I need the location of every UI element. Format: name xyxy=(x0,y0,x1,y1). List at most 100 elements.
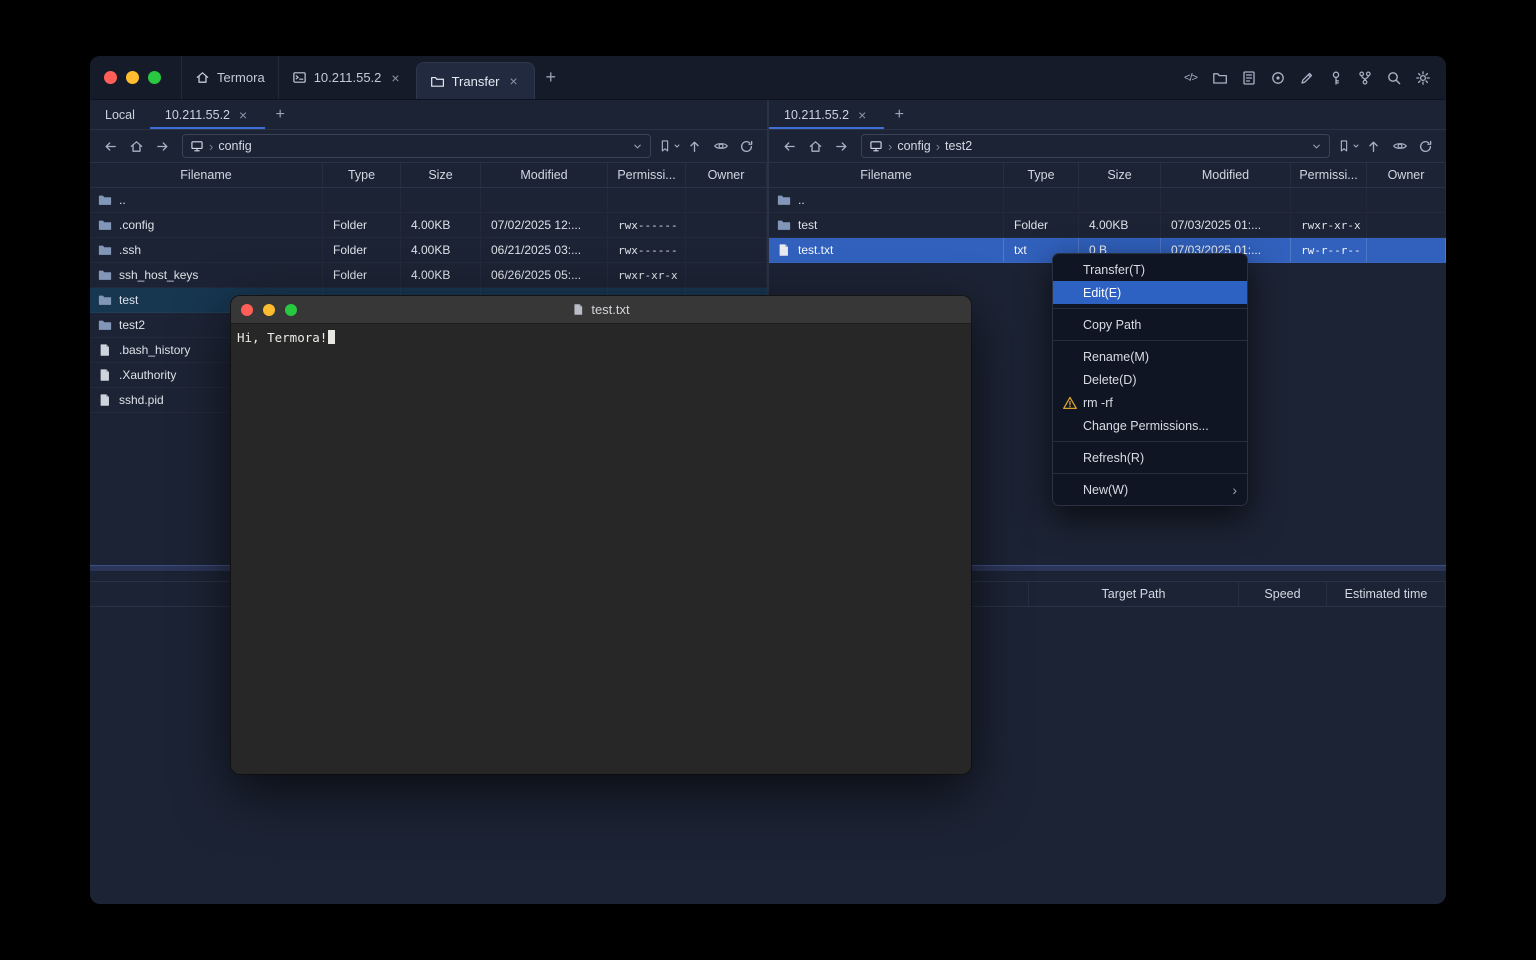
menu-item-copy-path[interactable]: Copy Path xyxy=(1053,313,1247,336)
folder-icon xyxy=(98,243,112,257)
menu-separator xyxy=(1053,441,1247,442)
table-row[interactable]: test Folder4.00KB07/03/2025 01:...rwxr-x… xyxy=(769,213,1446,238)
close-window-button[interactable] xyxy=(104,71,117,84)
column-header-permissions[interactable]: Permissi... xyxy=(1291,163,1367,187)
menu-separator xyxy=(1053,340,1247,341)
column-header-owner[interactable]: Owner xyxy=(686,163,767,187)
path-separator: › xyxy=(936,139,940,154)
column-header-permissions[interactable]: Permissi... xyxy=(608,163,686,187)
home-icon[interactable] xyxy=(124,134,149,158)
refresh-icon[interactable] xyxy=(734,134,759,158)
show-hidden-icon[interactable] xyxy=(1387,134,1412,158)
path-bar[interactable]: › config › test2 xyxy=(861,134,1330,158)
table-row[interactable]: .config Folder4.00KB07/02/2025 12:...rwx… xyxy=(90,213,767,238)
zoom-window-button[interactable] xyxy=(148,71,161,84)
forward-icon[interactable] xyxy=(829,134,854,158)
minimize-window-button[interactable] xyxy=(126,71,139,84)
search-icon[interactable] xyxy=(1380,64,1407,91)
tab-local[interactable]: Local xyxy=(90,100,150,129)
editor-title: test.txt xyxy=(572,302,629,317)
record-icon[interactable] xyxy=(1264,64,1291,91)
close-tab-icon[interactable]: × xyxy=(388,69,402,87)
menu-item-refresh[interactable]: Refresh(R) xyxy=(1053,446,1247,469)
filename: .ssh xyxy=(119,243,141,257)
editor-titlebar[interactable]: test.txt xyxy=(231,296,971,324)
add-panel-tab-button[interactable]: + xyxy=(884,100,914,129)
column-header-estimated-time[interactable]: Estimated time xyxy=(1326,582,1446,606)
forward-icon[interactable] xyxy=(150,134,175,158)
table-row[interactable]: .. xyxy=(90,188,767,213)
menu-item-edit[interactable]: Edit(E) xyxy=(1053,281,1247,304)
column-header-type[interactable]: Type xyxy=(323,163,401,187)
column-header-filename[interactable]: Filename xyxy=(90,163,323,187)
editor-traffic-lights xyxy=(241,304,297,316)
folder-icon xyxy=(98,318,112,332)
right-table-header: Filename Type Size Modified Permissi... … xyxy=(769,162,1446,188)
up-directory-icon[interactable] xyxy=(682,134,707,158)
left-nav-bar: › config xyxy=(90,130,767,162)
warning-icon xyxy=(1062,395,1078,411)
table-row[interactable]: ssh_host_keys Folder4.00KB06/26/2025 05:… xyxy=(90,263,767,288)
zoom-window-button[interactable] xyxy=(285,304,297,316)
edit-icon[interactable] xyxy=(1293,64,1320,91)
table-row[interactable]: .. xyxy=(769,188,1446,213)
path-segment[interactable]: config xyxy=(897,139,930,153)
show-hidden-icon[interactable] xyxy=(708,134,733,158)
menu-item-rename[interactable]: Rename(M) xyxy=(1053,345,1247,368)
column-header-size[interactable]: Size xyxy=(401,163,481,187)
editor-content[interactable]: Hi, Termora! xyxy=(231,324,971,774)
menu-item-delete[interactable]: Delete(D) xyxy=(1053,368,1247,391)
context-menu: Transfer(T) Edit(E) Copy Path Rename(M) … xyxy=(1052,253,1248,506)
column-header-filename[interactable]: Filename xyxy=(769,163,1004,187)
menu-item-change-permissions[interactable]: Change Permissions... xyxy=(1053,414,1247,437)
log-icon[interactable] xyxy=(1235,64,1262,91)
branch-icon[interactable] xyxy=(1351,64,1378,91)
back-icon[interactable] xyxy=(98,134,123,158)
tab-label: Local xyxy=(105,108,135,122)
column-header-speed[interactable]: Speed xyxy=(1238,582,1326,606)
path-segment[interactable]: test2 xyxy=(945,139,972,153)
tab-ssh-session[interactable]: 10.211.55.2 × xyxy=(278,56,416,99)
filename: sshd.pid xyxy=(119,393,164,407)
home-icon[interactable] xyxy=(803,134,828,158)
minimize-window-button[interactable] xyxy=(263,304,275,316)
column-header-type[interactable]: Type xyxy=(1004,163,1079,187)
column-header-modified[interactable]: Modified xyxy=(1161,163,1291,187)
close-tab-icon[interactable]: × xyxy=(236,106,250,124)
close-window-button[interactable] xyxy=(241,304,253,316)
folder-icon[interactable] xyxy=(1206,64,1233,91)
editor-window: test.txt Hi, Termora! xyxy=(231,296,971,774)
filename: .. xyxy=(119,193,126,207)
key-icon[interactable] xyxy=(1322,64,1349,91)
back-icon[interactable] xyxy=(777,134,802,158)
submenu-chevron-icon: › xyxy=(1232,482,1237,498)
folder-icon xyxy=(98,268,112,282)
column-header-target-path[interactable]: Target Path xyxy=(1028,582,1238,606)
menu-item-new[interactable]: New(W) › xyxy=(1053,478,1247,501)
chevron-down-icon[interactable] xyxy=(632,141,643,152)
bookmark-dropdown[interactable] xyxy=(1337,139,1360,153)
column-header-owner[interactable]: Owner xyxy=(1367,163,1446,187)
refresh-icon[interactable] xyxy=(1413,134,1438,158)
close-tab-icon[interactable]: × xyxy=(855,106,869,124)
path-segment[interactable]: config xyxy=(218,139,251,153)
tab-transfer[interactable]: Transfer × xyxy=(416,62,535,99)
menu-item-rm-rf[interactable]: rm -rf xyxy=(1053,391,1247,414)
settings-icon[interactable] xyxy=(1409,64,1436,91)
column-header-modified[interactable]: Modified xyxy=(481,163,608,187)
add-panel-tab-button[interactable]: + xyxy=(265,100,295,129)
tab-termora-home[interactable]: Termora xyxy=(181,56,278,99)
table-row[interactable]: .ssh Folder4.00KB06/21/2025 03:...rwx---… xyxy=(90,238,767,263)
bookmark-dropdown[interactable] xyxy=(658,139,681,153)
titlebar[interactable]: Termora 10.211.55.2 × Transfer × + </> xyxy=(90,56,1446,100)
tab-remote-host[interactable]: 10.211.55.2 × xyxy=(150,100,265,129)
tab-remote-host[interactable]: 10.211.55.2 × xyxy=(769,100,884,129)
column-header-size[interactable]: Size xyxy=(1079,163,1161,187)
close-tab-icon[interactable]: × xyxy=(507,72,521,90)
menu-item-transfer[interactable]: Transfer(T) xyxy=(1053,258,1247,281)
code-icon[interactable]: </> xyxy=(1177,64,1204,91)
path-bar[interactable]: › config xyxy=(182,134,651,158)
chevron-down-icon[interactable] xyxy=(1311,141,1322,152)
up-directory-icon[interactable] xyxy=(1361,134,1386,158)
new-tab-button[interactable]: + xyxy=(535,56,567,99)
